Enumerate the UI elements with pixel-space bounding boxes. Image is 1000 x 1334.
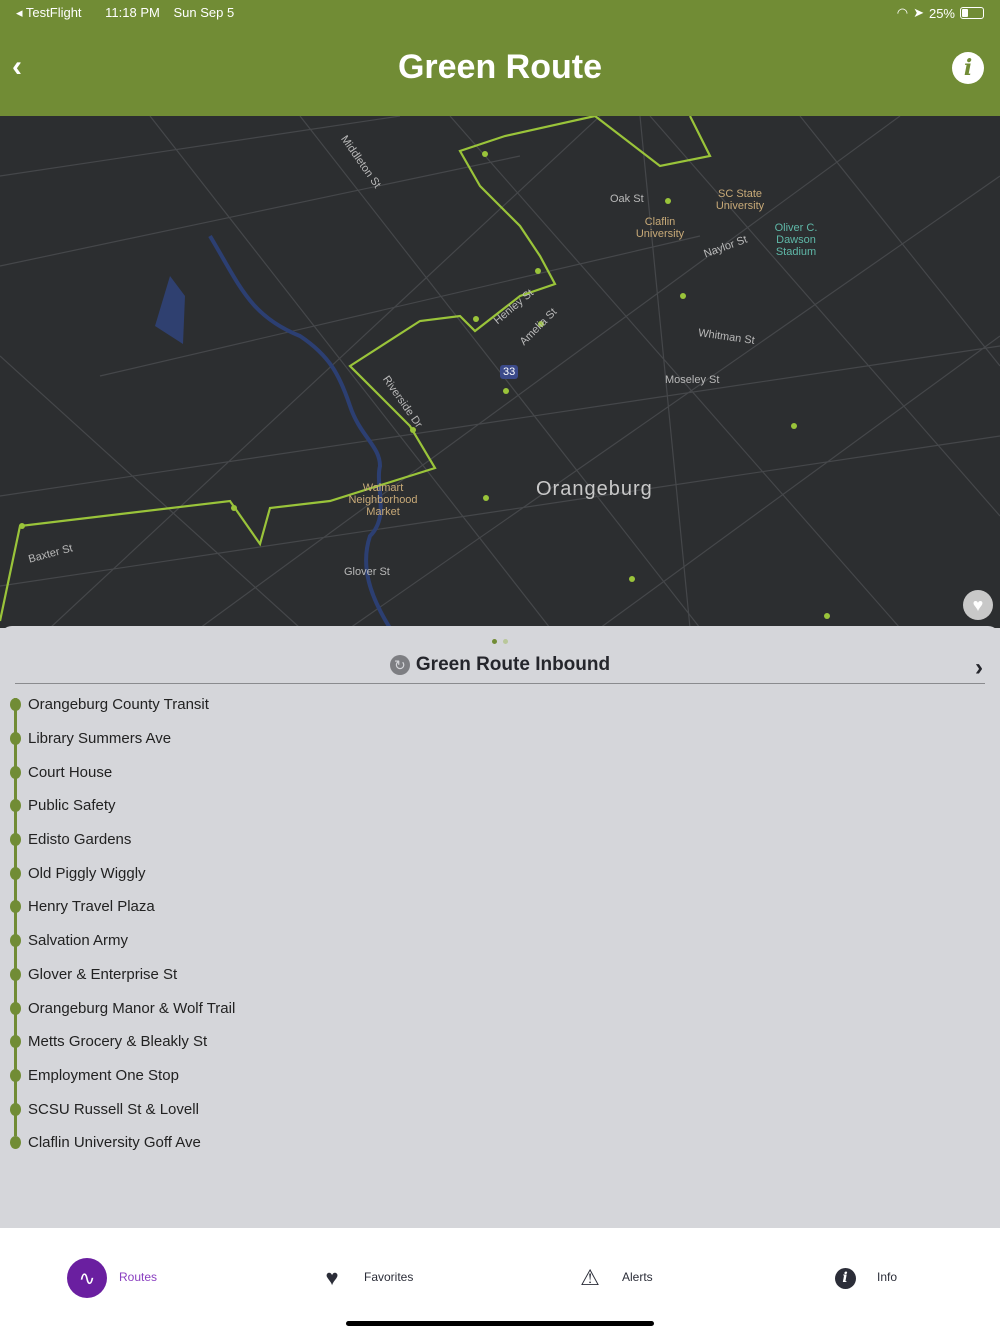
route-map[interactable]: Orangeburg 33 SC State University Clafli…	[0, 116, 1000, 628]
stop-item[interactable]: Edisto Gardens	[0, 823, 1000, 857]
direction-title: Green Route Inbound	[415, 654, 611, 675]
stop-item[interactable]: Orangeburg Manor & Wolf Trail	[0, 991, 1000, 1025]
claflin-label: Claflin University	[635, 216, 685, 240]
stop-dot	[10, 833, 21, 847]
route-sheet: ↻ Green Route Inbound › Orangeburg County…	[0, 626, 1000, 1228]
chevron-right-icon[interactable]: ›	[975, 654, 983, 682]
stop-name: SCSU Russell St & Lovell	[28, 1100, 199, 1118]
tab-favorites[interactable]: ♥ Favorites	[312, 1258, 413, 1298]
battery-percent: 25%	[928, 5, 955, 21]
stop-name: Orangeburg Manor & Wolf Trail	[28, 999, 236, 1017]
tab-label: Routes	[119, 1270, 158, 1284]
stop-item[interactable]: Salvation Army	[0, 924, 1000, 958]
stop-dot	[10, 1001, 21, 1015]
tab-routes[interactable]: ∿ Routes	[67, 1258, 157, 1298]
stop-dot	[10, 934, 21, 948]
page-indicator[interactable]	[492, 639, 508, 644]
info-button[interactable]: i	[952, 52, 984, 84]
stop-dot	[10, 1035, 21, 1049]
stop-dot	[10, 1102, 21, 1116]
back-app-label: TestFlight	[25, 5, 82, 20]
tab-bar: ∿ Routes ♥ Favorites ⚠ Alerts i Info	[0, 1228, 1000, 1334]
tab-label: Alerts	[622, 1270, 653, 1284]
header: ◂ TestFlight 11:18 PM Sun Sep 5 ◠ ➤ 25% …	[0, 0, 1000, 116]
stop-name: Salvation Army	[28, 932, 129, 950]
stop-item[interactable]: Library Summers Ave	[0, 722, 1000, 756]
stop-dot	[10, 698, 21, 712]
stop-name: Library Summers Ave	[28, 730, 172, 748]
stop-dot	[10, 900, 21, 914]
stop-item[interactable]: Employment One Stop	[0, 1059, 1000, 1093]
stop-item[interactable]: Orangeburg County Transit	[0, 688, 1000, 722]
stop-name: Orangeburg County Transit	[28, 696, 209, 714]
time: 11:18 PM	[105, 5, 160, 20]
route-line	[0, 116, 712, 622]
stop-name: Court House	[28, 763, 113, 781]
stop-item[interactable]: Claflin University Goff Ave	[0, 1126, 1000, 1160]
wifi-icon: ◠	[896, 5, 909, 20]
battery-icon	[960, 7, 984, 19]
refresh-icon[interactable]: ↻	[389, 655, 410, 675]
stop-item[interactable]: Court House	[0, 755, 1000, 789]
stop-dot	[10, 866, 21, 880]
heart-icon: ♥	[325, 1265, 339, 1290]
stop-item[interactable]: SCSU Russell St & Lovell	[0, 1092, 1000, 1126]
city-label: Orangeburg	[536, 478, 653, 500]
status-bar: ◂ TestFlight 11:18 PM Sun Sep 5	[16, 5, 244, 21]
stop-list: Orangeburg County Transit Library Summers…	[0, 688, 1000, 1160]
stop-item[interactable]: Metts Grocery & Bleakly St	[0, 1025, 1000, 1059]
back-to-app[interactable]: ◂ TestFlight	[16, 5, 92, 20]
status-right: ◠ ➤ 25%	[897, 5, 984, 21]
stop-name: Employment One Stop	[28, 1066, 179, 1084]
stop-item[interactable]: Old Piggly Wiggly	[0, 856, 1000, 890]
stop-name: Glover & Enterprise St	[28, 965, 178, 983]
direction-header[interactable]: ↻ Green Route Inbound ›	[15, 654, 985, 684]
location-icon: ➤	[913, 5, 924, 20]
stop-item[interactable]: Glover & Enterprise St	[0, 958, 1000, 992]
stop-dot	[10, 1136, 21, 1150]
stop-name: Edisto Gardens	[28, 831, 132, 849]
stop-dot	[10, 1068, 21, 1082]
stop-name: Metts Grocery & Bleakly St	[28, 1033, 208, 1051]
scsu-label: SC State University	[715, 188, 765, 212]
routes-icon: ∿	[67, 1258, 107, 1298]
stop-dot	[10, 732, 21, 746]
tab-info[interactable]: i Info	[825, 1258, 897, 1298]
stop-item[interactable]: Public Safety	[0, 789, 1000, 823]
lake	[155, 276, 185, 344]
street-label: Glover St	[344, 566, 390, 578]
tab-alerts[interactable]: ⚠ Alerts	[570, 1258, 653, 1298]
stop-dot	[10, 765, 21, 779]
date: Sun Sep 5	[173, 5, 235, 20]
home-indicator[interactable]	[346, 1321, 654, 1326]
highway-shield: 33	[500, 365, 519, 379]
stop-dot	[10, 799, 21, 813]
stop-name: Old Piggly Wiggly	[28, 864, 146, 882]
warning-icon: ⚠	[580, 1265, 600, 1290]
tab-label: Info	[877, 1270, 898, 1284]
page-title: Green Route	[397, 48, 603, 86]
walmart-label: Walmart Neighborhood Market	[348, 482, 418, 518]
stop-name: Claflin University Goff Ave	[28, 1134, 201, 1152]
stop-item[interactable]: Henry Travel Plaza	[0, 890, 1000, 924]
street-label: Oak St	[610, 193, 644, 205]
stop-dot	[10, 967, 21, 981]
tab-label: Favorites	[364, 1270, 414, 1284]
stop-name: Public Safety	[28, 797, 116, 815]
info-icon: i	[825, 1258, 865, 1298]
street-label: Moseley St	[665, 374, 720, 386]
stadium-label: Oliver C. Dawson Stadium	[774, 222, 818, 258]
favorite-button[interactable]: ♥	[963, 590, 993, 620]
stop-name: Henry Travel Plaza	[28, 898, 155, 916]
